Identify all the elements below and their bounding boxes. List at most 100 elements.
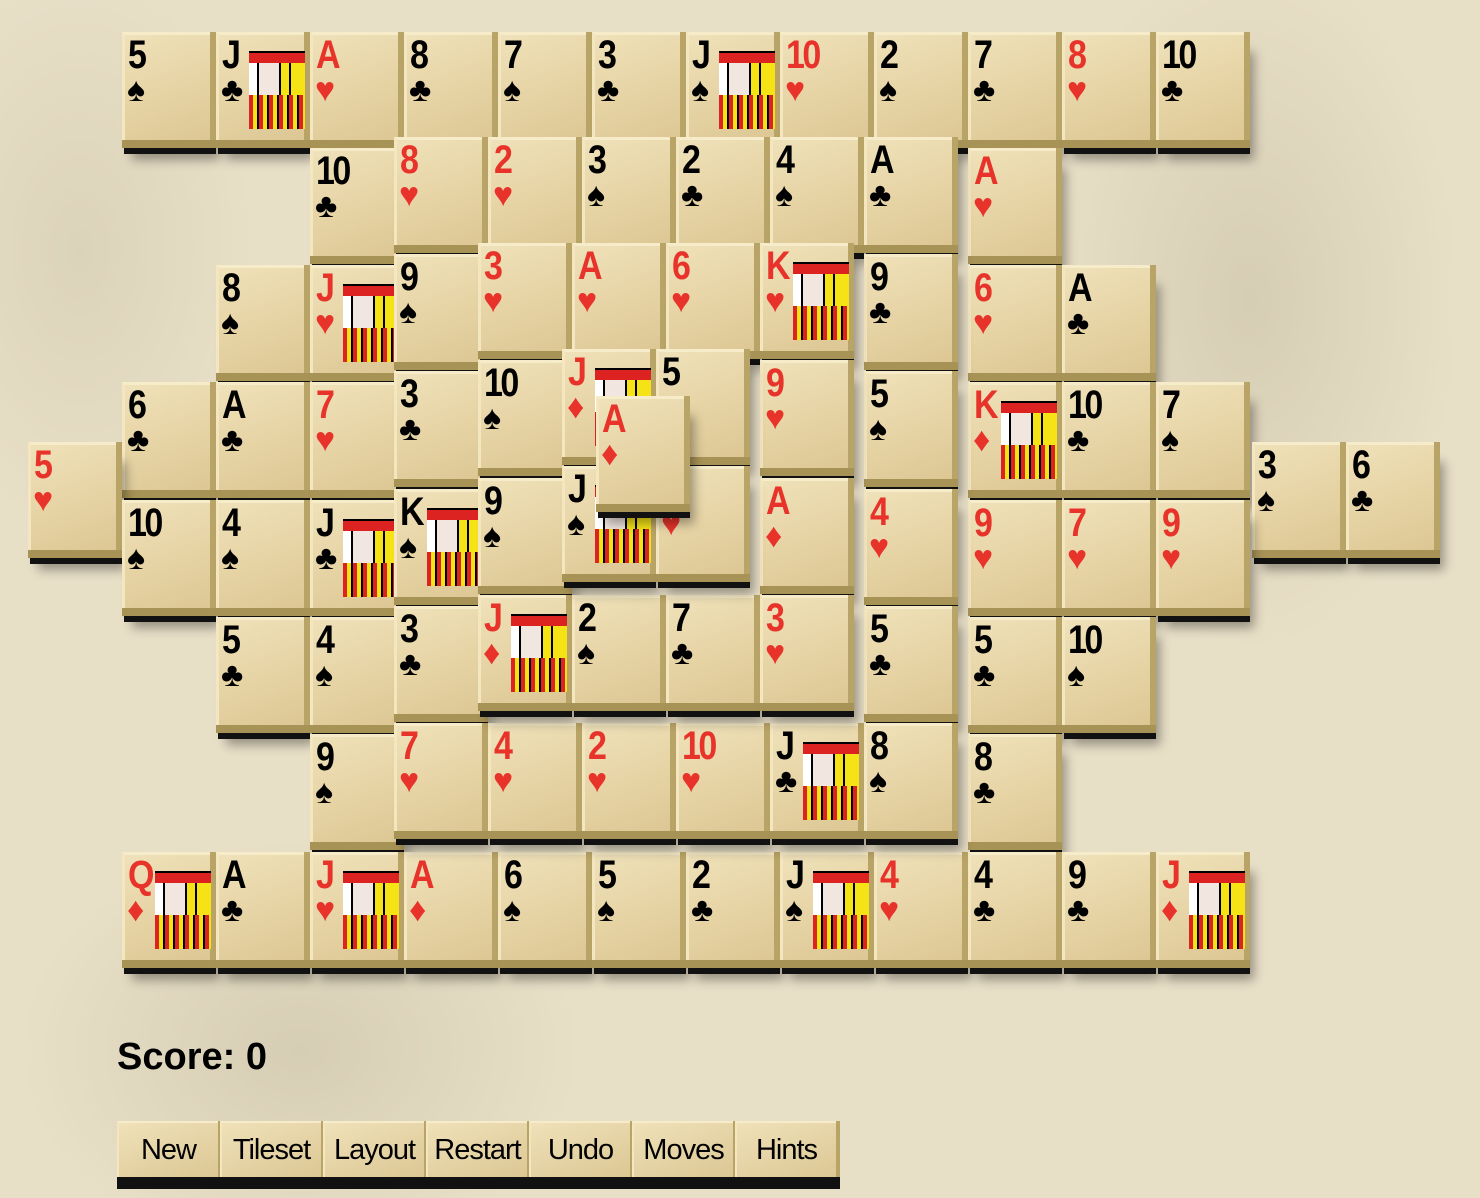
tile[interactable]: 4 ♠: [770, 137, 858, 245]
tile-rank: 5: [662, 350, 681, 394]
tile[interactable]: 4 ♠: [216, 500, 304, 608]
tile[interactable]: 4 ♥: [864, 489, 952, 597]
tile[interactable]: 10 ♠: [1062, 617, 1150, 725]
tile[interactable]: 4 ♥: [488, 723, 576, 831]
tile[interactable]: 8 ♥: [1062, 32, 1150, 140]
tile[interactable]: A ♣: [864, 137, 952, 245]
suit-icon: ♥: [399, 762, 420, 800]
tile[interactable]: 7 ♠: [1156, 382, 1244, 490]
tile[interactable]: A ♣: [216, 852, 304, 960]
tile[interactable]: 3 ♣: [394, 371, 482, 479]
tile[interactable]: 7 ♥: [310, 382, 398, 490]
tile[interactable]: 10 ♣: [1156, 32, 1244, 140]
tile[interactable]: Q ♦: [122, 852, 211, 960]
tile[interactable]: 6 ♥: [968, 265, 1056, 373]
hints-button[interactable]: Hints: [735, 1121, 836, 1177]
new-button[interactable]: New: [117, 1121, 218, 1177]
tile[interactable]: A ♣: [1062, 265, 1150, 373]
tile[interactable]: 5♠: [592, 852, 680, 960]
tile[interactable]: K ♥: [760, 243, 849, 351]
tile[interactable]: 3 ♠: [1252, 442, 1340, 550]
tile[interactable]: 3 ♥: [760, 595, 848, 703]
tile[interactable]: 5♠: [864, 371, 952, 479]
tile[interactable]: 4 ♠: [310, 617, 398, 725]
tile[interactable]: A ♦: [596, 396, 684, 504]
tile[interactable]: 7 ♥: [394, 723, 482, 831]
tile[interactable]: 10 ♠: [122, 500, 210, 608]
tile[interactable]: 10 ♥: [676, 723, 764, 831]
tile[interactable]: 9 ♠: [310, 734, 398, 842]
tile[interactable]: A ♥: [968, 148, 1056, 256]
tile[interactable]: 6 ♣: [122, 382, 210, 490]
restart-button[interactable]: Restart: [426, 1121, 527, 1177]
tile[interactable]: 10 ♥: [780, 32, 868, 140]
tile[interactable]: 6 ♣: [1346, 442, 1434, 550]
tile[interactable]: J ♠: [780, 852, 869, 960]
tile[interactable]: 5♠: [122, 32, 210, 140]
tile[interactable]: 7 ♣: [666, 595, 754, 703]
tile[interactable]: 10 ♣: [310, 148, 398, 256]
tile[interactable]: J ♣: [310, 500, 399, 608]
tile[interactable]: A ♥: [572, 243, 660, 351]
tile-rank: A: [410, 853, 435, 897]
tile-rank: 10: [682, 724, 717, 768]
tile[interactable]: 9 ♥: [760, 360, 848, 468]
tile[interactable]: 3 ♣: [592, 32, 680, 140]
tile[interactable]: J ♠: [686, 32, 775, 140]
tile-rank: 10: [128, 501, 163, 545]
tile-rank: 9: [766, 361, 785, 405]
tile[interactable]: A ♥: [310, 32, 398, 140]
tile[interactable]: 2 ♥: [582, 723, 670, 831]
tile[interactable]: 2 ♠: [874, 32, 962, 140]
tile[interactable]: 7 ♥: [1062, 500, 1150, 608]
tile[interactable]: 2 ♥: [488, 137, 576, 245]
tile[interactable]: 6 ♠: [498, 852, 586, 960]
tile[interactable]: 2 ♣: [676, 137, 764, 245]
tileset-button[interactable]: Tileset: [220, 1121, 321, 1177]
tile[interactable]: 9 ♣: [1062, 852, 1150, 960]
tile[interactable]: 5 ♣: [864, 606, 952, 714]
tile[interactable]: 9 ♠: [394, 254, 482, 362]
tile[interactable]: J ♣: [216, 32, 305, 140]
tile[interactable]: 5 ♥: [28, 442, 116, 550]
tile[interactable]: 5 ♣: [968, 617, 1056, 725]
tile[interactable]: 2 ♠: [572, 595, 660, 703]
tile-rank: 2: [494, 138, 513, 182]
tile[interactable]: 2 ♣: [686, 852, 774, 960]
tile[interactable]: 8 ♣: [968, 734, 1056, 842]
tile[interactable]: J ♥: [310, 265, 399, 373]
tile-rank: 7: [974, 33, 993, 77]
tile[interactable]: 8 ♥: [394, 137, 482, 245]
tile[interactable]: 5 ♣: [216, 617, 304, 725]
tile[interactable]: K ♦: [968, 382, 1057, 490]
tile[interactable]: 3 ♥: [478, 243, 566, 351]
tile[interactable]: 4 ♥: [874, 852, 962, 960]
tile[interactable]: J ♦: [478, 595, 567, 703]
tile[interactable]: 6 ♥: [666, 243, 754, 351]
tile[interactable]: J ♣: [770, 723, 859, 831]
moves-button[interactable]: Moves: [632, 1121, 733, 1177]
tile[interactable]: 3 ♣: [394, 606, 482, 714]
tile[interactable]: 9 ♠: [478, 478, 566, 586]
layout-button[interactable]: Layout: [323, 1121, 424, 1177]
tile[interactable]: 4 ♣: [968, 852, 1056, 960]
tile[interactable]: 8 ♠: [216, 265, 304, 373]
tile[interactable]: 7 ♠: [498, 32, 586, 140]
tile[interactable]: 10 ♣: [1062, 382, 1150, 490]
tile[interactable]: J ♥: [310, 852, 399, 960]
tile[interactable]: 8 ♣: [404, 32, 492, 140]
tile[interactable]: A ♣: [216, 382, 304, 490]
tile[interactable]: 7 ♣: [968, 32, 1056, 140]
tile[interactable]: 9 ♣: [864, 254, 952, 362]
tile[interactable]: 8 ♠: [864, 723, 952, 831]
tile-rank: 6: [504, 853, 523, 897]
tile[interactable]: 9 ♥: [1156, 500, 1244, 608]
tile[interactable]: J ♦: [1156, 852, 1245, 960]
undo-button[interactable]: Undo: [529, 1121, 630, 1177]
tile[interactable]: A ♦: [404, 852, 492, 960]
tile[interactable]: 10 ♠: [478, 360, 566, 468]
tile[interactable]: 9 ♥: [968, 500, 1056, 608]
tile[interactable]: K ♠: [394, 489, 483, 597]
tile[interactable]: 3 ♠: [582, 137, 670, 245]
tile[interactable]: A ♦: [760, 478, 848, 586]
